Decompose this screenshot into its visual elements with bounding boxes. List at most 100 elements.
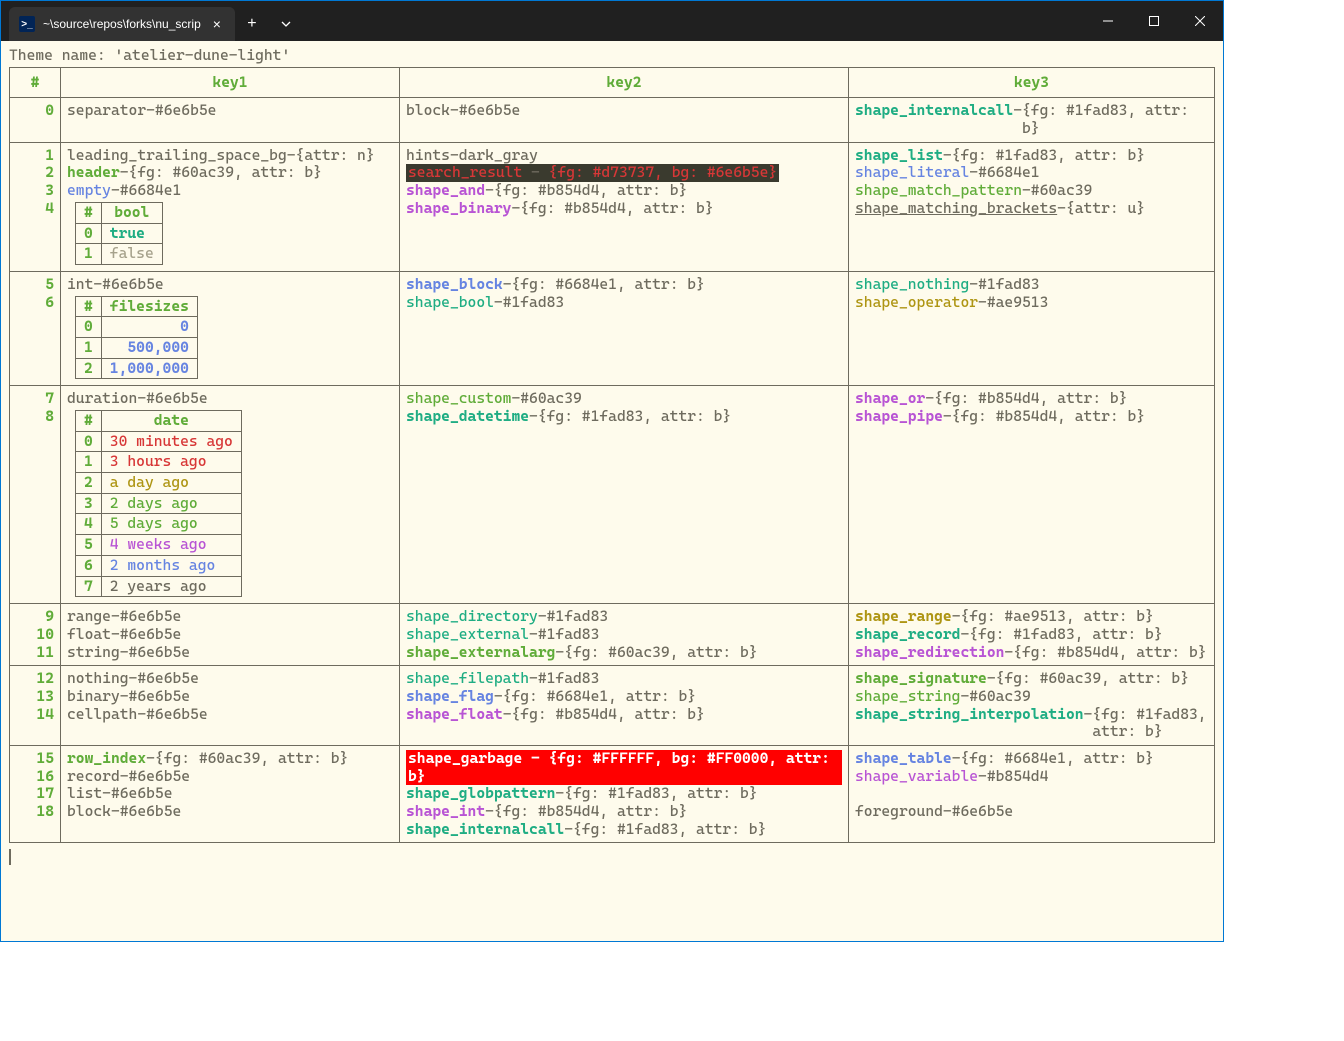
- kv-value: {fg: #60ac39, attr: b}: [155, 750, 348, 768]
- kv-value: {fg: #b854d4, attr: b}: [494, 182, 687, 200]
- terminal-body[interactable]: Theme name: 'atelier-dune-light' # key1 …: [1, 41, 1223, 941]
- kv-value: {fg: #1fad83, attr: b}: [1022, 102, 1208, 137]
- kv-line: shape_block - {fg: #6684e1, attr: b}: [406, 276, 842, 294]
- kv-value: #6e6b5e: [129, 768, 191, 786]
- cell-k2: shape_filepath - #1fad83shape_flag - {fg…: [400, 666, 849, 746]
- inner-row-val: 2 years ago: [101, 576, 241, 597]
- cell-k2: block - #6e6b5e: [400, 98, 849, 142]
- kv-value: {fg: #1fad83, attr: b}: [1092, 706, 1208, 741]
- kv-key: shape_block: [406, 276, 503, 294]
- inner-row-idx: 7: [76, 576, 102, 597]
- kv-value: {fg: #1fad83, attr: b}: [952, 147, 1145, 165]
- cell-k3: shape_table - {fg: #6684e1, attr: b}shap…: [849, 746, 1215, 843]
- inner-row-val: 500,000: [101, 337, 197, 358]
- kv-key: shape_datetime: [406, 408, 529, 426]
- kv-key: shape_matching_brackets: [855, 200, 1057, 218]
- kv-key: shape_externalarg: [406, 644, 555, 662]
- theme-table: # key1 key2 key3 0separator - #6e6b5eblo…: [9, 67, 1215, 844]
- kv-line: shape_flag - {fg: #6684e1, attr: b}: [406, 688, 842, 706]
- kv-key: shape_binary: [406, 200, 511, 218]
- inner-head-idx: #: [76, 296, 102, 317]
- kv-line: shape_matching_brackets - {attr: u}: [855, 200, 1208, 218]
- window-minimize-button[interactable]: [1085, 1, 1131, 41]
- kv-line: list - #6e6b5e: [67, 785, 393, 803]
- kv-value: {fg: #b854d4, attr: b}: [511, 706, 704, 724]
- kv-value: #6e6b5e: [459, 102, 521, 120]
- inner-row-val: 5 days ago: [101, 514, 241, 535]
- kv-line: shape_filepath - #1fad83: [406, 670, 842, 688]
- kv-value: #1fad83: [538, 670, 600, 688]
- kv-key: shape_operator: [855, 294, 978, 312]
- inner-row-idx: 2: [76, 358, 102, 379]
- kv-line: shape_pipe - {fg: #b854d4, attr: b}: [855, 408, 1208, 426]
- inner-row-idx: 1: [76, 337, 102, 358]
- cell-k2: shape_custom - #60ac39shape_datetime - {…: [400, 386, 849, 604]
- powershell-icon: >_: [19, 16, 35, 32]
- kv-value: #1fad83: [538, 626, 600, 644]
- kv-key: shape_string: [855, 688, 960, 706]
- kv-line: shape_string_interpolation - {fg: #1fad8…: [855, 706, 1208, 741]
- inner-row-val: 2 months ago: [101, 555, 241, 576]
- app-window: >_ ~\source\repos\forks\nu_scrip × + The…: [0, 0, 1224, 942]
- inner-row-idx: 1: [76, 244, 102, 265]
- window-maximize-button[interactable]: [1131, 1, 1177, 41]
- window-close-button[interactable]: [1177, 1, 1223, 41]
- kv-line: hints - dark_gray: [406, 147, 842, 165]
- inner-row-idx: 0: [76, 317, 102, 338]
- kv-value: #6684e1: [978, 164, 1040, 182]
- inner-head-val: date: [101, 411, 241, 432]
- tab-active[interactable]: >_ ~\source\repos\forks\nu_scrip ×: [9, 7, 235, 41]
- kv-value: #6e6b5e: [155, 102, 217, 120]
- kv-line: binary - #6e6b5e: [67, 688, 393, 706]
- header-index: #: [10, 67, 61, 98]
- inner-row-val: 0: [101, 317, 197, 338]
- kv-key: shape_literal: [855, 164, 969, 182]
- titlebar: >_ ~\source\repos\forks\nu_scrip × +: [1, 1, 1223, 41]
- kv-value: #1fad83: [547, 608, 609, 626]
- kv-key: shape_int: [406, 803, 485, 821]
- kv-key: shape_pipe: [855, 408, 943, 426]
- kv-line: shape_float - {fg: #b854d4, attr: b}: [406, 706, 842, 724]
- kv-value: #1fad83: [503, 294, 565, 312]
- kv-line: header - {fg: #60ac39, attr: b}: [67, 164, 393, 182]
- kv-line: shape_or - {fg: #b854d4, attr: b}: [855, 390, 1208, 408]
- cell-k3: shape_or - {fg: #b854d4, attr: b}shape_p…: [849, 386, 1215, 604]
- kv-line: record - #6e6b5e: [67, 768, 393, 786]
- cell-k1: range - #6e6b5efloat - #6e6b5estring - #…: [61, 604, 400, 666]
- cell-k2: shape_block - {fg: #6684e1, attr: b}shap…: [400, 271, 849, 385]
- tab-close-icon[interactable]: ×: [209, 16, 225, 32]
- inner-row-idx: 5: [76, 535, 102, 556]
- kv-key: cellpath: [67, 706, 137, 724]
- row-index: 78: [10, 386, 61, 604]
- kv-line: shape_datetime - {fg: #1fad83, attr: b}: [406, 408, 842, 426]
- tab-dropdown-icon[interactable]: [269, 7, 303, 41]
- row-index: 56: [10, 271, 61, 385]
- kv-line: range - #6e6b5e: [67, 608, 393, 626]
- kv-key: row_index: [67, 750, 146, 768]
- kv-value: #6e6b5e: [111, 785, 173, 803]
- bool-table: #bool0true1false: [75, 202, 163, 265]
- kv-key: shape_custom: [406, 390, 511, 408]
- kv-key: leading_trailing_space_bg: [67, 147, 287, 165]
- inner-head-idx: #: [76, 411, 102, 432]
- inner-head-idx: #: [76, 202, 102, 223]
- kv-line: shape_directory - #1fad83: [406, 608, 842, 626]
- new-tab-button[interactable]: +: [235, 7, 269, 41]
- inner-head-val: bool: [101, 202, 162, 223]
- kv-key: shape_bool: [406, 294, 494, 312]
- date-table: #date030 minutes ago13 hours ago2a day a…: [75, 410, 242, 597]
- kv-key: int: [67, 276, 93, 294]
- kv-line: float - #6e6b5e: [67, 626, 393, 644]
- kv-line: shape_record - {fg: #1fad83, attr: b}: [855, 626, 1208, 644]
- kv-value: {fg: #1fad83, attr: b}: [969, 626, 1162, 644]
- cell-k1: row_index - {fg: #60ac39, attr: b}record…: [61, 746, 400, 843]
- kv-key: shape_or: [855, 390, 925, 408]
- kv-value: #6e6b5e: [146, 390, 208, 408]
- kv-line: shape_range - {fg: #ae9513, attr: b}: [855, 608, 1208, 626]
- kv-value: #ae9513: [987, 294, 1049, 312]
- inner-row-idx: 2: [76, 473, 102, 494]
- kv-value: {fg: #6684e1, attr: b}: [503, 688, 696, 706]
- cell-k1: leading_trailing_space_bg - {attr: n}hea…: [61, 142, 400, 271]
- cell-k1: int - #6e6b5e#filesizes001500,00021,000,…: [61, 271, 400, 385]
- kv-value: #60ac39: [969, 688, 1031, 706]
